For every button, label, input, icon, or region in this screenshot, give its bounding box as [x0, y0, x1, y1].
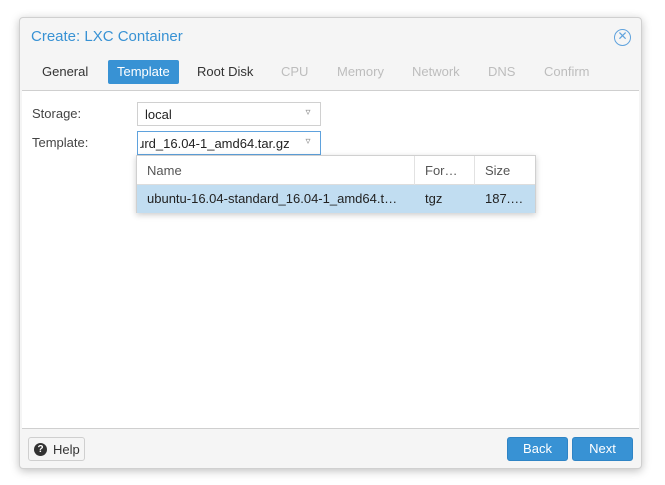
storage-label: Storage:: [32, 106, 82, 121]
row-name: ubuntu-16.04-standard_16.04-1_amd64.t…: [147, 191, 398, 206]
close-icon[interactable]: ✕: [614, 29, 631, 46]
template-label: Template:: [32, 135, 89, 150]
chevron-down-icon[interactable]: ▿: [301, 106, 315, 120]
lxc-create-dialog: Create: LXC Container ✕ General Template…: [19, 17, 642, 469]
tab-root-disk[interactable]: Root Disk: [188, 60, 262, 84]
tab-template[interactable]: Template: [108, 60, 179, 84]
tab-memory: Memory: [337, 64, 384, 79]
question-icon: ?: [34, 443, 47, 456]
column-header-size[interactable]: Size: [475, 156, 535, 185]
column-header-name[interactable]: Name: [137, 156, 415, 185]
template-value: ɹrd_16.04-1_amd64.tar.gz: [140, 136, 290, 151]
help-label: Help: [53, 442, 80, 457]
template-dropdown-list: Name For… Size ubuntu-16.04-standard_16.…: [136, 155, 536, 213]
dialog-title: Create: LXC Container: [31, 28, 183, 45]
dropdown-header: Name For… Size: [137, 156, 535, 185]
tab-cpu: CPU: [281, 64, 309, 79]
table-row[interactable]: ubuntu-16.04-standard_16.04-1_amd64.t… t…: [137, 185, 535, 213]
tab-confirm: Confirm: [544, 64, 590, 79]
next-button[interactable]: Next: [572, 437, 633, 461]
template-select[interactable]: ɹrd_16.04-1_amd64.tar.gz ▿: [137, 131, 321, 155]
tab-network: Network: [412, 64, 460, 79]
row-format: tgz: [425, 191, 443, 206]
help-button[interactable]: ? Help: [28, 437, 85, 461]
storage-select[interactable]: local ▿: [137, 102, 321, 126]
dialog-footer: ? Help Back Next: [20, 431, 641, 469]
back-button[interactable]: Back: [507, 437, 568, 461]
template-panel: Storage: local ▿ Template: ɹrd_16.04-1_a…: [22, 90, 639, 429]
tab-dns: DNS: [488, 64, 516, 79]
storage-value: local: [145, 107, 172, 122]
column-header-format[interactable]: For…: [415, 156, 475, 185]
wizard-tabs: General Template Root Disk CPU Memory Ne…: [20, 60, 641, 88]
dialog-titlebar: Create: LXC Container ✕: [20, 18, 641, 56]
chevron-down-icon[interactable]: ▿: [301, 135, 315, 149]
tab-general[interactable]: General: [33, 60, 97, 84]
row-size: 187.…: [485, 191, 524, 206]
